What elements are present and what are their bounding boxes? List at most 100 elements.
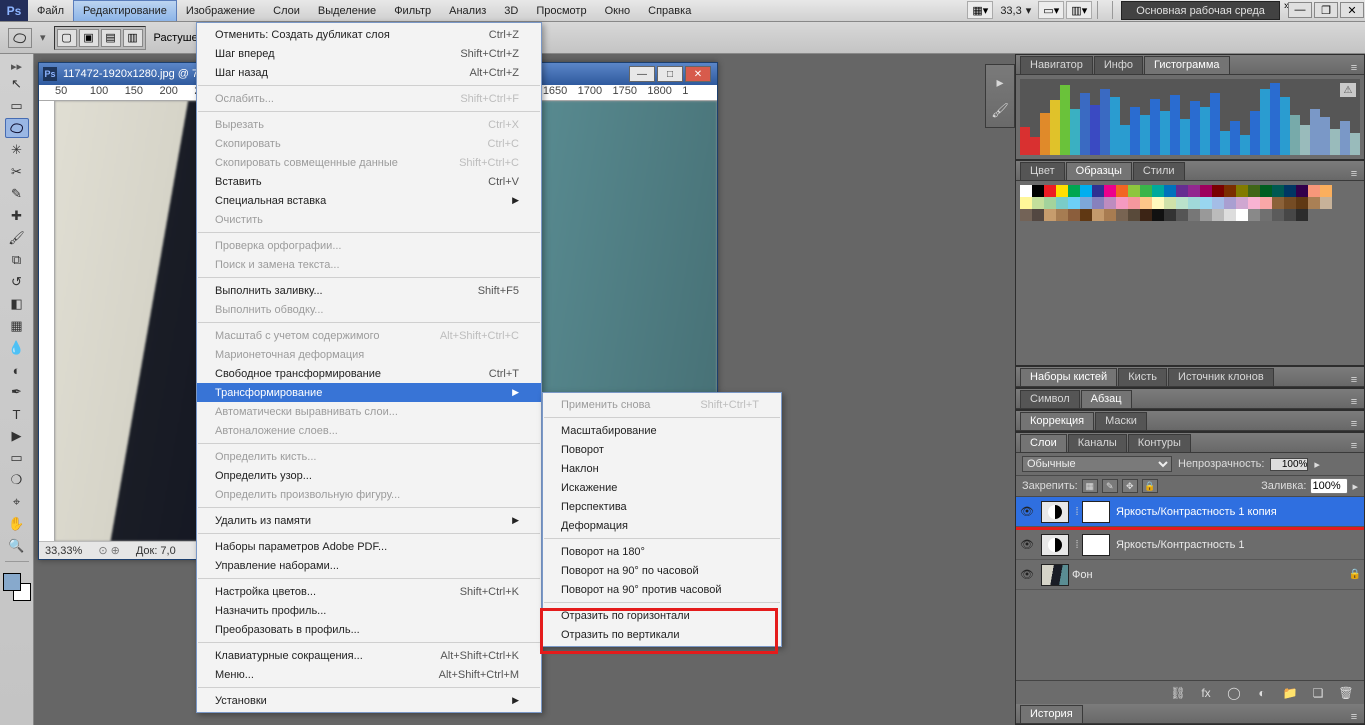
tab-Каналы[interactable]: Каналы (1068, 434, 1127, 452)
doc-min-button[interactable]: — (629, 66, 655, 82)
swatch[interactable] (1212, 197, 1224, 209)
swatch[interactable] (1032, 209, 1044, 221)
menu-item[interactable]: Отменить: Создать дубликат слояCtrl+Z (197, 25, 541, 44)
selection-intersect-icon[interactable]: ▥ (123, 29, 143, 47)
swatch[interactable] (1032, 185, 1044, 197)
swatch[interactable] (1308, 185, 1320, 197)
tab-Гистограмма[interactable]: Гистограмма (1144, 56, 1230, 74)
cache-warning-icon[interactable]: ⚠ (1340, 83, 1356, 97)
swatch[interactable] (1020, 209, 1032, 221)
type-tool[interactable]: T (5, 404, 29, 424)
swatch[interactable] (1248, 197, 1260, 209)
arrange-dropdown[interactable]: ▥▾ (1066, 1, 1092, 19)
layer-row[interactable]: 👁⁞Яркость/Контрастность 1 копия (1016, 497, 1364, 527)
link-layers-icon[interactable]: ⛓ (1168, 685, 1188, 701)
swatch[interactable] (1056, 197, 1068, 209)
3d-tool[interactable]: ❍ (5, 470, 29, 490)
menu-item[interactable]: Отразить по вертикали (543, 625, 781, 644)
swatch[interactable] (1248, 185, 1260, 197)
menu-изображение[interactable]: Изображение (177, 0, 264, 21)
collapsed-panel-strip[interactable]: ▸ 🖌 (985, 64, 1015, 128)
menu-просмотр[interactable]: Просмотр (527, 0, 595, 21)
menu-item[interactable]: Наклон (543, 459, 781, 478)
brush-panel-icon[interactable]: 🖌 (990, 101, 1010, 119)
swatch[interactable] (1188, 197, 1200, 209)
swatch[interactable] (1080, 185, 1092, 197)
tab-Маски[interactable]: Маски (1095, 412, 1147, 430)
swatch[interactable] (1116, 197, 1128, 209)
menu-выделение[interactable]: Выделение (309, 0, 385, 21)
3d-camera-tool[interactable]: ⌖ (5, 492, 29, 512)
restore-button[interactable]: ❐ (1314, 2, 1338, 18)
visibility-icon[interactable]: 👁 (1016, 568, 1038, 581)
menu-редактирование[interactable]: Редактирование (73, 0, 177, 21)
swatch[interactable] (1248, 209, 1260, 221)
screen-mode-dropdown[interactable]: ▭▾ (1038, 1, 1064, 19)
swatch[interactable] (1164, 185, 1176, 197)
collapse-chevron-icon[interactable]: ▸ (990, 73, 1010, 91)
menu-item[interactable]: Управление наборами... (197, 556, 541, 575)
eyedropper-tool[interactable]: ✎ (5, 184, 29, 204)
swatch[interactable] (1032, 197, 1044, 209)
panel-menu-icon[interactable]: ≡ (1344, 711, 1364, 723)
swatch[interactable] (1020, 185, 1032, 197)
blend-mode-select[interactable]: Обычные (1022, 456, 1172, 472)
swatch[interactable] (1176, 209, 1188, 221)
menu-item[interactable]: Шаг назадAlt+Ctrl+Z (197, 63, 541, 82)
swatch[interactable] (1152, 185, 1164, 197)
magic-wand-tool[interactable]: ✳ (5, 140, 29, 160)
swatch[interactable] (1320, 185, 1332, 197)
panel-menu-icon[interactable]: ≡ (1344, 396, 1364, 408)
tab-Слои[interactable]: Слои (1020, 434, 1067, 452)
swatch[interactable] (1260, 185, 1272, 197)
tab-Наборы кистей[interactable]: Наборы кистей (1020, 368, 1117, 386)
zoom-tool[interactable]: 🔍 (5, 536, 29, 556)
fg-color-swatch[interactable] (3, 573, 21, 591)
tab-Цвет[interactable]: Цвет (1020, 162, 1065, 180)
adjustment-layer-icon[interactable]: ◐ (1252, 685, 1272, 701)
view-extras-dropdown[interactable]: ▦▾ (967, 1, 993, 19)
selection-mode-group[interactable]: ▢ ▣ ▤ ▥ (54, 26, 146, 50)
swatch[interactable] (1212, 185, 1224, 197)
new-layer-icon[interactable]: ❏ (1308, 685, 1328, 701)
swatch[interactable] (1224, 185, 1236, 197)
layer-row[interactable]: 👁Фон🔒 (1016, 560, 1364, 590)
stamp-tool[interactable]: ⧉ (5, 250, 29, 270)
menu-окно[interactable]: Окно (596, 0, 640, 21)
menu-item[interactable]: ВставитьCtrl+V (197, 172, 541, 191)
menu-item[interactable]: Поворот (543, 440, 781, 459)
menu-item[interactable]: Настройка цветов...Shift+Ctrl+K (197, 582, 541, 601)
tab-Абзац[interactable]: Абзац (1081, 390, 1132, 408)
swatch[interactable] (1044, 197, 1056, 209)
swatch[interactable] (1128, 209, 1140, 221)
menu-item[interactable]: Клавиатурные сокращения...Alt+Shift+Ctrl… (197, 646, 541, 665)
crop-tool[interactable]: ✂ (5, 162, 29, 182)
swatch[interactable] (1104, 185, 1116, 197)
menu-item[interactable]: Шаг впередShift+Ctrl+Z (197, 44, 541, 63)
menu-item[interactable]: Поворот на 180° (543, 542, 781, 561)
tab-history[interactable]: История (1020, 705, 1083, 723)
menu-item[interactable]: Свободное трансформированиеCtrl+T (197, 364, 541, 383)
visibility-icon[interactable]: 👁 (1016, 538, 1038, 551)
marquee-tool[interactable]: ▭ (5, 96, 29, 116)
menu-справка[interactable]: Справка (639, 0, 700, 21)
color-swatches[interactable] (3, 573, 31, 601)
zoom-field[interactable]: 33,3▾ (994, 0, 1037, 21)
swatch[interactable] (1116, 185, 1128, 197)
history-brush-tool[interactable]: ↺ (5, 272, 29, 292)
panel-menu-icon[interactable]: ≡ (1344, 440, 1364, 452)
menu-item[interactable]: Искажение (543, 478, 781, 497)
swatch[interactable] (1296, 185, 1308, 197)
trash-icon[interactable]: 🗑 (1336, 685, 1356, 701)
swatch[interactable] (1164, 197, 1176, 209)
swatch[interactable] (1152, 197, 1164, 209)
menu-item[interactable]: Поворот на 90° по часовой (543, 561, 781, 580)
swatch[interactable] (1236, 185, 1248, 197)
close-button[interactable]: ✕ (1340, 2, 1364, 18)
swatch[interactable] (1068, 209, 1080, 221)
panel-menu-icon[interactable]: ≡ (1344, 168, 1364, 180)
panel-menu-icon[interactable]: ≡ (1344, 374, 1364, 386)
lock-all-icon[interactable]: 🔒 (1142, 479, 1158, 493)
menu-item[interactable]: Удалить из памяти▶ (197, 511, 541, 530)
swatch[interactable] (1104, 197, 1116, 209)
